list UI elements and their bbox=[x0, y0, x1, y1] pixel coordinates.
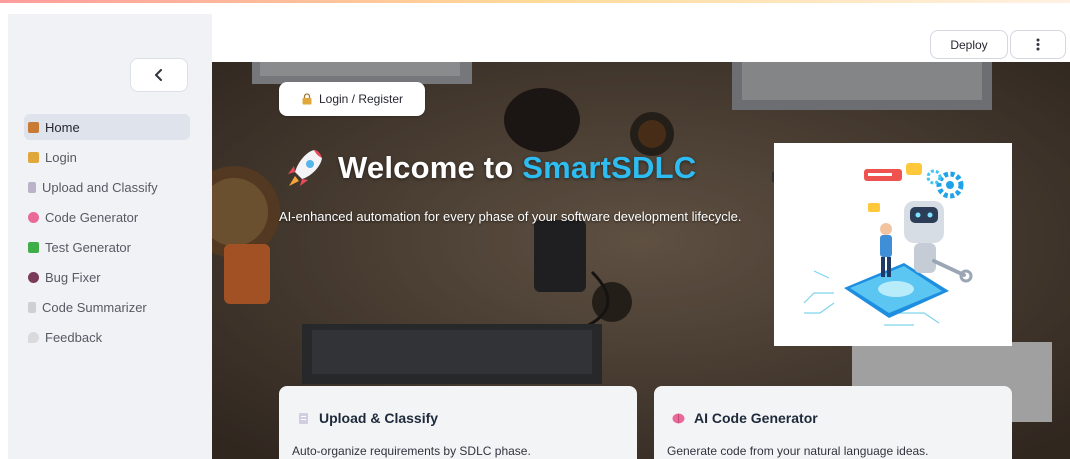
page-subtitle: AI-enhanced automation for every phase o… bbox=[279, 209, 742, 224]
top-accent-line bbox=[0, 0, 1070, 3]
brand-name: SmartSDLC bbox=[522, 150, 697, 185]
login-register-label: Login / Register bbox=[318, 92, 404, 106]
feature-card-title-text: AI Code Generator bbox=[694, 410, 818, 426]
title-prefix: Welcome to bbox=[338, 150, 523, 185]
vertical-dots-icon bbox=[1036, 38, 1040, 51]
sidebar-item-home[interactable]: Home bbox=[24, 114, 190, 140]
sidebar-item-label: Login bbox=[45, 149, 77, 165]
rocket-icon bbox=[288, 150, 322, 186]
sidebar-item-label: Upload and Classify bbox=[42, 179, 158, 195]
sidebar-item-label: Bug Fixer bbox=[45, 269, 101, 285]
lock-icon bbox=[28, 151, 39, 163]
sidebar-item-code-summarizer[interactable]: Code Summarizer bbox=[24, 294, 190, 320]
sidebar-item-code-generator[interactable]: Code Generator bbox=[24, 204, 190, 230]
document-icon bbox=[299, 412, 308, 424]
sidebar-item-label: Test Generator bbox=[45, 239, 131, 255]
feature-card-description: Auto-organize requirements by SDLC phase… bbox=[292, 444, 531, 458]
sidebar-item-upload-and-classify[interactable]: Upload and Classify bbox=[24, 174, 190, 200]
hero-section: Login / Register Welcome to SmartSDLC AI… bbox=[212, 62, 1070, 459]
deploy-button[interactable]: Deploy bbox=[930, 30, 1008, 59]
brain-icon bbox=[28, 211, 39, 223]
sidebar-item-label: Code Generator bbox=[45, 209, 139, 225]
bug-icon bbox=[28, 271, 39, 283]
sidebar-item-label: Code Summarizer bbox=[42, 299, 147, 315]
feature-card-title: AI Code Generator bbox=[672, 410, 818, 426]
chevron-left-icon bbox=[155, 69, 162, 81]
sidebar: Home Login Upload and Classify Code Gene… bbox=[8, 14, 212, 459]
sidebar-item-bug-fixer[interactable]: Bug Fixer bbox=[24, 264, 190, 290]
login-register-button[interactable]: Login / Register bbox=[279, 82, 425, 116]
robot-illustration-image bbox=[774, 143, 1012, 346]
feature-card-upload-classify: Upload & Classify Auto-organize requirem… bbox=[279, 386, 637, 459]
page-title: Welcome to SmartSDLC bbox=[338, 150, 696, 186]
brain-icon bbox=[672, 413, 685, 423]
app-header: Deploy bbox=[212, 14, 1070, 62]
sidebar-item-label: Feedback bbox=[45, 329, 103, 345]
lock-icon bbox=[302, 93, 312, 105]
welcome-title-row: Welcome to SmartSDLC bbox=[284, 146, 696, 190]
sidebar-item-test-generator[interactable]: Test Generator bbox=[24, 234, 190, 260]
feature-card-description: Generate code from your natural language… bbox=[667, 444, 929, 458]
memo-icon bbox=[28, 301, 36, 313]
sidebar-item-feedback[interactable]: Feedback bbox=[24, 324, 190, 350]
house-icon bbox=[28, 121, 39, 133]
sidebar-nav: Home Login Upload and Classify Code Gene… bbox=[24, 114, 190, 354]
feature-card-title-text: Upload & Classify bbox=[319, 410, 439, 426]
feature-card-ai-code-generator: AI Code Generator Generate code from you… bbox=[654, 386, 1012, 459]
main-menu-button[interactable] bbox=[1010, 30, 1066, 59]
collapse-sidebar-button[interactable] bbox=[130, 58, 188, 92]
speech-bubble-icon bbox=[28, 331, 39, 343]
sidebar-item-label: Home bbox=[45, 119, 80, 135]
feature-card-title: Upload & Classify bbox=[297, 410, 438, 426]
document-icon bbox=[28, 181, 36, 193]
sidebar-item-login[interactable]: Login bbox=[24, 144, 190, 170]
robot-illustration-card bbox=[774, 143, 1012, 346]
check-box-icon bbox=[28, 241, 39, 253]
